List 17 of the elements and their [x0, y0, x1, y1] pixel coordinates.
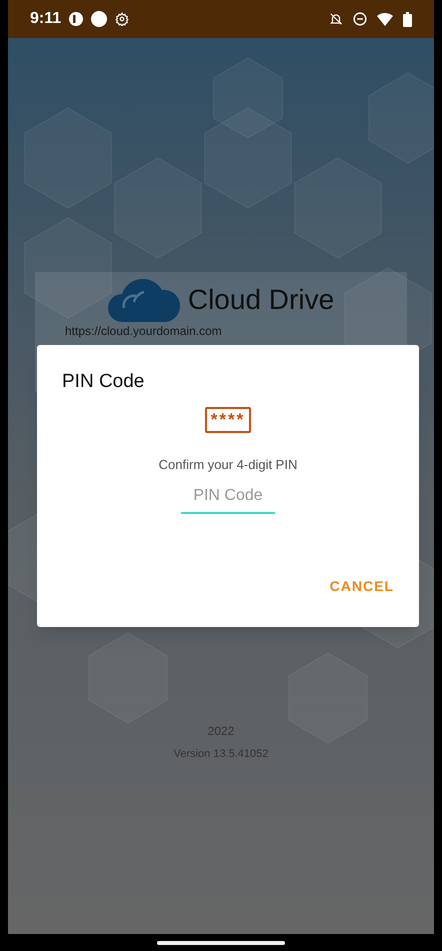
bell-off-icon [329, 12, 343, 26]
app-notification-icon [69, 12, 84, 26]
pin-input-field[interactable]: PIN Code [181, 484, 275, 514]
settings-icon [115, 12, 130, 26]
cancel-button[interactable]: CANCEL [322, 572, 402, 601]
home-indicator[interactable] [157, 940, 285, 944]
server-url: https://cloud.yourdomain.com [65, 323, 222, 340]
dialog-title: PIN Code [62, 370, 146, 394]
battery-icon [403, 12, 412, 26]
clock: 9:11 [30, 9, 62, 29]
do-not-disturb-icon [353, 12, 367, 26]
cloud-logo-icon [108, 278, 180, 322]
wifi-icon [377, 12, 393, 26]
confirm-prompt: Confirm your 4-digit PIN [158, 456, 298, 474]
pin-display: **** [204, 406, 252, 432]
app-name: Cloud Drive [188, 283, 334, 317]
circle-icon [91, 11, 108, 27]
